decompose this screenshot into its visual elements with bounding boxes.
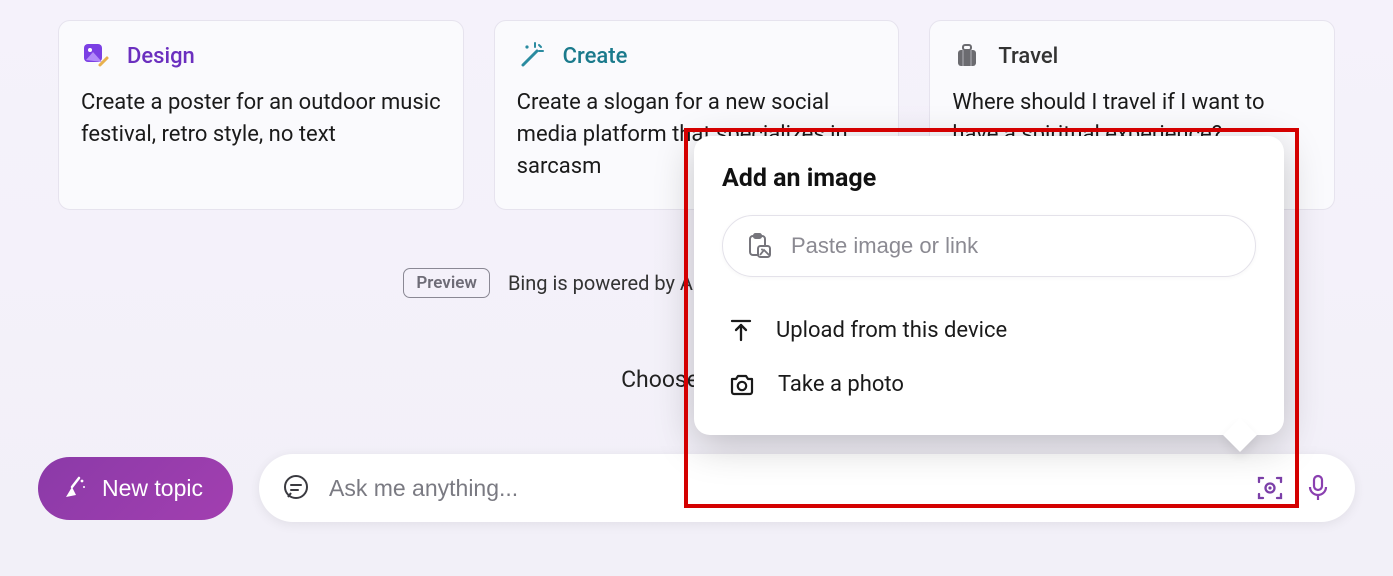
wand-icon (517, 41, 547, 71)
broom-icon (62, 475, 88, 501)
microphone-icon[interactable] (1303, 473, 1333, 503)
visual-search-icon[interactable] (1255, 473, 1285, 503)
upload-label: Upload from this device (776, 318, 1007, 343)
paste-image-field[interactable] (722, 215, 1256, 277)
preview-badge: Preview (403, 268, 490, 298)
add-image-popup: Add an image Upload from this device (694, 136, 1284, 435)
design-icon (81, 41, 111, 71)
chat-icon (281, 473, 311, 503)
popup-caret (1223, 418, 1257, 452)
new-topic-label: New topic (102, 475, 203, 502)
card-category: Create (563, 44, 628, 69)
take-photo-label: Take a photo (778, 372, 904, 397)
ask-input-bar[interactable] (259, 454, 1355, 522)
paste-image-input[interactable] (791, 233, 1233, 259)
popup-title: Add an image (722, 164, 1256, 193)
upload-icon (728, 317, 754, 343)
suggestion-card-design[interactable]: Design Create a poster for an outdoor mu… (58, 20, 464, 210)
card-category: Design (127, 44, 195, 69)
bottom-input-row: New topic (38, 454, 1355, 522)
camera-icon (728, 371, 756, 397)
suitcase-icon (952, 41, 982, 71)
upload-from-device-option[interactable]: Upload from this device (722, 303, 1256, 357)
clipboard-image-icon (745, 232, 773, 260)
new-topic-button[interactable]: New topic (38, 457, 233, 520)
card-prompt: Create a poster for an outdoor music fes… (81, 87, 441, 151)
card-category: Travel (998, 44, 1058, 69)
ask-input[interactable] (329, 475, 1237, 502)
take-photo-option[interactable]: Take a photo (722, 357, 1256, 411)
